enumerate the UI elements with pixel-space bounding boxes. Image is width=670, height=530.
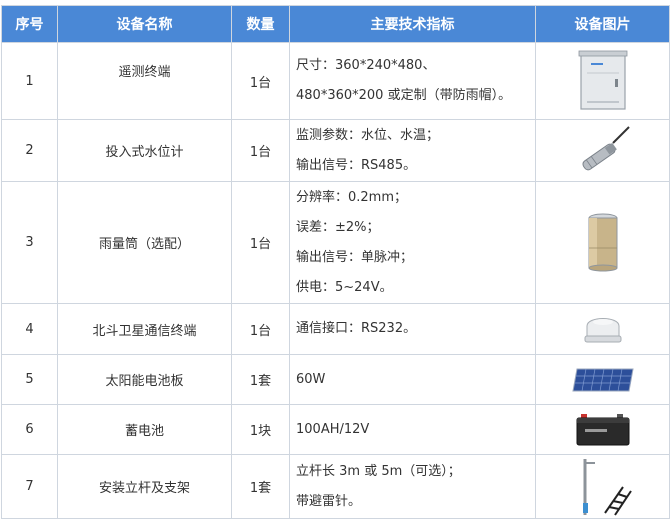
table-row: 4 北斗卫星通信终端 1台 通信接口：RS232。 xyxy=(1,303,670,355)
table-row: 2 投入式水位计 1台 监测参数：水位、水温； 输出信号：RS485。 xyxy=(1,119,670,182)
cell-specs: 通信接口：RS232。 xyxy=(289,303,536,355)
spec-line: 立杆长 3m 或 5m（可选）； xyxy=(296,463,461,479)
spec-line: 60W xyxy=(296,371,326,387)
cell-device-name: 雨量筒（选配） xyxy=(57,181,232,304)
cell-image xyxy=(535,119,670,182)
cell-quantity: 1台 xyxy=(231,181,290,304)
table-header-row: 序号 设备名称 数量 主要技术指标 设备图片 xyxy=(1,5,670,43)
cell-specs: 100AH/12V xyxy=(289,404,536,455)
cell-quantity: 1套 xyxy=(231,454,290,519)
cell-device-name: 太阳能电池板 xyxy=(57,354,232,405)
table-row: 3 雨量筒（选配） 1台 分辨率：0.2mm； 误差：±2%； 输出信号：单脉冲… xyxy=(1,181,670,304)
cell-image xyxy=(535,181,670,304)
cell-serial-no: 4 xyxy=(1,303,58,355)
cell-device-name: 投入式水位计 xyxy=(57,119,232,182)
cell-image xyxy=(535,404,670,455)
cell-serial-no: 2 xyxy=(1,119,58,182)
cell-quantity: 1台 xyxy=(231,303,290,355)
cell-specs: 监测参数：水位、水温； 输出信号：RS485。 xyxy=(289,119,536,182)
header-device-image: 设备图片 xyxy=(535,5,670,43)
cell-serial-no: 1 xyxy=(1,42,58,120)
spec-line: 带避雷针。 xyxy=(296,493,362,509)
header-main-specs: 主要技术指标 xyxy=(289,5,536,43)
cell-quantity: 1套 xyxy=(231,354,290,405)
mounting-pole-icon xyxy=(582,458,632,516)
cell-device-name: 北斗卫星通信终端 xyxy=(57,303,232,355)
cell-device-name: 蓄电池 xyxy=(57,404,232,455)
cell-quantity: 1台 xyxy=(231,42,290,120)
spec-line: 供电：5~24V。 xyxy=(296,279,393,295)
spec-line: 监测参数：水位、水温； xyxy=(296,127,440,143)
cell-quantity: 1块 xyxy=(231,404,290,455)
header-serial-no: 序号 xyxy=(1,5,58,43)
cell-specs: 尺寸：360*240*480、 480*360*200 或定制（带防雨帽）。 xyxy=(289,42,536,120)
cell-serial-no: 7 xyxy=(1,454,58,519)
table-row: 5 太阳能电池板 1套 60W xyxy=(1,354,670,405)
spec-line: 480*360*200 或定制（带防雨帽）。 xyxy=(296,88,512,103)
table-row: 7 安装立杆及支架 1套 立杆长 3m 或 5m（可选）； 带避雷针。 xyxy=(1,454,670,519)
table-row: 1 遥测终端 1台 尺寸：360*240*480、 480*360*200 或定… xyxy=(1,42,670,120)
battery-icon xyxy=(576,413,629,445)
spec-line: 100AH/12V xyxy=(296,421,370,437)
rain-gauge-icon xyxy=(588,213,617,271)
solar-panel-icon xyxy=(571,368,634,391)
cell-specs: 立杆长 3m 或 5m（可选）； 带避雷针。 xyxy=(289,454,536,519)
spec-line: 输出信号：单脉冲； xyxy=(296,249,414,265)
cell-image xyxy=(535,42,670,120)
equipment-table: 序号 设备名称 数量 主要技术指标 设备图片 1 遥测终端 1台 尺寸：360*… xyxy=(1,5,670,519)
header-device-name: 设备名称 xyxy=(57,5,232,43)
header-quantity: 数量 xyxy=(231,5,290,43)
spec-line: 误差：±2%； xyxy=(296,219,380,235)
cell-specs: 分辨率：0.2mm； 误差：±2%； 输出信号：单脉冲； 供电：5~24V。 xyxy=(289,181,536,304)
table-row: 6 蓄电池 1块 100AH/12V xyxy=(1,404,670,455)
cell-serial-no: 3 xyxy=(1,181,58,304)
submersible-level-sensor-icon xyxy=(581,125,630,170)
cell-image xyxy=(535,354,670,405)
enclosure-cabinet-icon xyxy=(578,50,627,110)
satellite-terminal-icon xyxy=(584,318,621,343)
cell-serial-no: 5 xyxy=(1,354,58,405)
cell-device-name: 遥测终端 xyxy=(57,42,232,120)
cell-device-name: 安装立杆及支架 xyxy=(57,454,232,519)
spec-line: 尺寸：360*240*480、 xyxy=(296,58,436,73)
spec-line: 分辨率：0.2mm； xyxy=(296,189,408,205)
cell-serial-no: 6 xyxy=(1,404,58,455)
cell-image xyxy=(535,303,670,355)
spec-line: 输出信号：RS485。 xyxy=(296,157,417,173)
cell-specs: 60W xyxy=(289,354,536,405)
spec-line: 通信接口：RS232。 xyxy=(296,321,417,336)
cell-image xyxy=(535,454,670,519)
cell-quantity: 1台 xyxy=(231,119,290,182)
